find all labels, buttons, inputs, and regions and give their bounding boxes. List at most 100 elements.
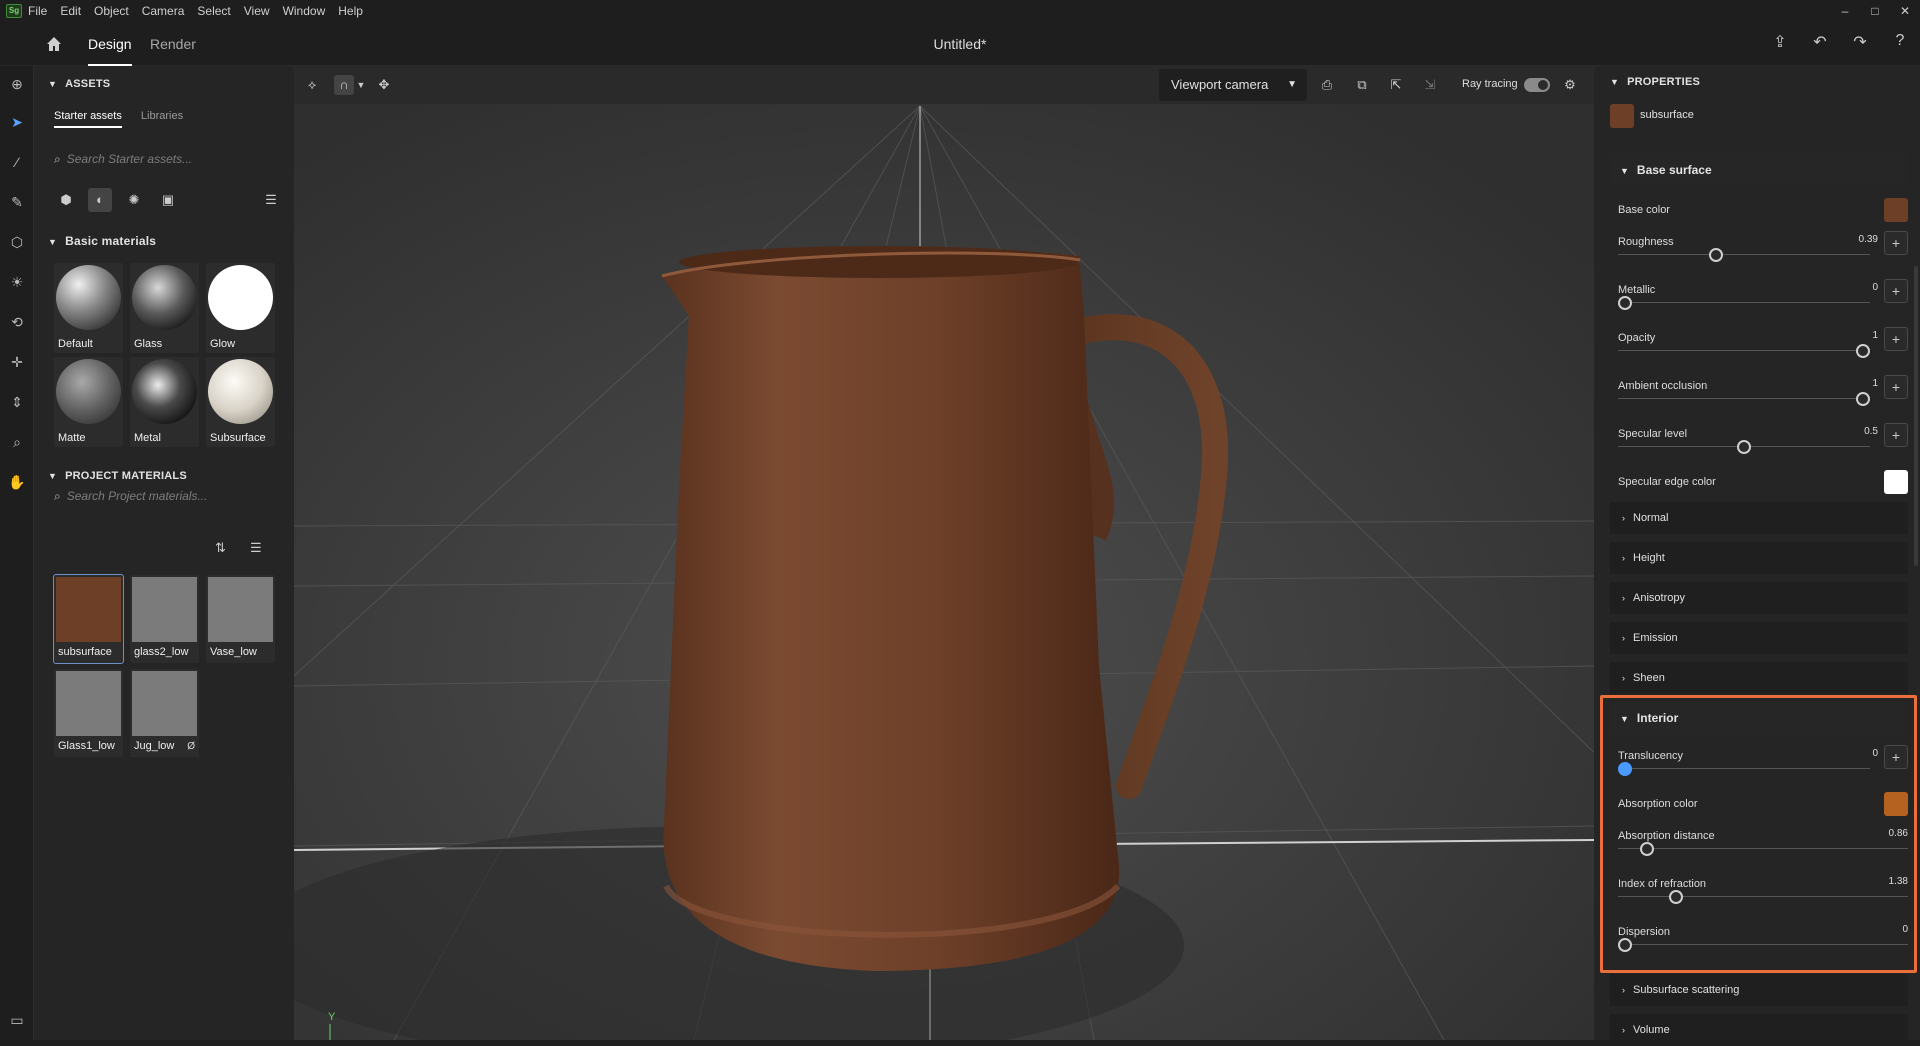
camera-select[interactable]: Viewport camera ▼	[1159, 69, 1307, 101]
subsurface-scattering-section[interactable]: › Subsurface scattering	[1610, 974, 1908, 1006]
top-bar: Design Render Untitled* ⇪ ↶ ↷ ?	[0, 22, 1920, 66]
minimize-icon[interactable]: –	[1830, 0, 1860, 22]
list-view-icon[interactable]: ☰	[259, 188, 283, 212]
base-surface-header[interactable]: ▼ Base surface	[1610, 154, 1908, 186]
chevron-down-icon: ▼	[1287, 79, 1297, 90]
frame-icon[interactable]: ⧉	[1352, 75, 1372, 95]
project-material-glass1[interactable]: Glass1_low	[54, 669, 123, 757]
base-color-swatch[interactable]	[1884, 198, 1908, 222]
add-map-button[interactable]: +	[1884, 327, 1908, 351]
starter-search-input[interactable]: ⌕ Search Starter assets...	[54, 145, 284, 173]
tab-starter-assets[interactable]: Starter assets	[54, 110, 122, 128]
export-view-icon[interactable]: ⇱	[1386, 75, 1406, 95]
menu-camera[interactable]: Camera	[142, 4, 185, 18]
add-map-button[interactable]: +	[1884, 423, 1908, 447]
material-matte[interactable]: Matte	[54, 357, 123, 447]
hand-icon[interactable]: ✋	[7, 472, 27, 492]
project-material-glass2[interactable]: glass2_low	[130, 575, 199, 663]
search-icon: ⌕	[54, 489, 61, 503]
project-material-jug[interactable]: Jug_low Ø	[130, 669, 199, 757]
project-materials-header[interactable]: ▼ PROJECT MATERIALS	[48, 470, 187, 482]
properties-header[interactable]: ▼ PROPERTIES	[1610, 76, 1700, 88]
normal-section[interactable]: › Normal	[1610, 502, 1908, 534]
menu-object[interactable]: Object	[94, 4, 129, 18]
document-title: Untitled*	[933, 36, 987, 52]
unlinked-icon: Ø	[187, 741, 195, 752]
maximize-icon[interactable]: □	[1860, 0, 1890, 22]
render-settings-icon[interactable]: ⚙	[1560, 75, 1580, 95]
sheen-section[interactable]: › Sheen	[1610, 662, 1908, 694]
camera-bookmark-icon[interactable]: ⎙	[1317, 75, 1337, 95]
menu-file[interactable]: File	[28, 4, 47, 18]
close-icon[interactable]: ✕	[1890, 0, 1920, 22]
images-filter-icon[interactable]: ▣	[156, 188, 180, 212]
menu-edit[interactable]: Edit	[60, 4, 81, 18]
volume-section[interactable]: › Volume	[1610, 1014, 1908, 1046]
dolly-icon[interactable]: ⇕	[7, 392, 27, 412]
properties-scrollbar[interactable]	[1914, 266, 1918, 566]
menu-select[interactable]: Select	[197, 4, 230, 18]
material-glass[interactable]: Glass	[130, 263, 199, 353]
material-default[interactable]: Default	[54, 263, 123, 353]
specular-edge-swatch[interactable]	[1884, 470, 1908, 494]
undo-icon[interactable]: ↶	[1800, 32, 1840, 52]
scene-canvas: Y	[294, 104, 1594, 1040]
add-map-button[interactable]: +	[1884, 375, 1908, 399]
material-color-chip	[1610, 104, 1634, 128]
chevron-down-icon[interactable]: ▼	[354, 75, 368, 95]
share-icon[interactable]: ⇪	[1760, 32, 1800, 52]
brush-icon[interactable]: ✎	[7, 192, 27, 212]
tab-libraries[interactable]: Libraries	[141, 110, 183, 122]
select-tool-icon[interactable]: ➤	[7, 112, 27, 132]
add-icon[interactable]: ⊕	[7, 74, 27, 94]
material-name-row[interactable]: subsurface	[1610, 104, 1910, 128]
material-glow[interactable]: Glow	[206, 263, 275, 353]
basic-materials-header[interactable]: ▼ Basic materials	[48, 234, 156, 248]
zoom-icon[interactable]: ⌕	[7, 432, 27, 452]
menu-view[interactable]: View	[244, 4, 270, 18]
project-material-subsurface[interactable]: subsurface	[53, 574, 124, 664]
asset-filter-row: ⬢ ◐ ✺ ▣ ☰	[54, 186, 284, 214]
physics-icon[interactable]: ✥	[374, 75, 394, 95]
axis-y-label: Y	[328, 1011, 336, 1023]
interior-header[interactable]: ▼ Interior	[1610, 702, 1908, 734]
archive-icon[interactable]: ▭	[7, 1010, 27, 1030]
lock-view-icon[interactable]: ⇲	[1420, 75, 1440, 95]
assets-header[interactable]: ▼ ASSETS	[48, 78, 110, 90]
magnet-icon[interactable]: ∩	[334, 75, 354, 95]
sort-icon[interactable]: ⇅	[215, 540, 226, 556]
help-icon[interactable]: ?	[1880, 32, 1920, 52]
absorption-color-swatch[interactable]	[1884, 792, 1908, 816]
add-map-button[interactable]: +	[1884, 231, 1908, 255]
material-subsurface[interactable]: Subsurface	[206, 357, 275, 447]
properties-panel: ▼ PROPERTIES subsurface ▼ Base surface Bas…	[1594, 66, 1920, 1046]
magic-wand-icon[interactable]: ⁄	[7, 152, 27, 172]
cube-icon[interactable]: ⬡	[7, 232, 27, 252]
pan-icon[interactable]: ✛	[7, 352, 27, 372]
ray-tracing-toggle[interactable]	[1524, 78, 1550, 92]
viewport[interactable]: Y ⟡ ∩ ▼ ✥ Viewport camera ▼ ⎙ ⧉ ⇱ ⇲ Ray t…	[294, 66, 1594, 1040]
lights-filter-icon[interactable]: ✺	[122, 188, 146, 212]
redo-icon[interactable]: ↷	[1840, 32, 1880, 52]
menu-help[interactable]: Help	[338, 4, 363, 18]
transform-icon[interactable]: ⟡	[302, 75, 322, 95]
material-metal[interactable]: Metal	[130, 357, 199, 447]
orbit-icon[interactable]: ⟲	[7, 312, 27, 332]
list-view-icon[interactable]: ☰	[250, 540, 262, 556]
anisotropy-section[interactable]: › Anisotropy	[1610, 582, 1908, 614]
menu-window[interactable]: Window	[283, 4, 326, 18]
tool-rail: ⊕ ➤ ⁄ ✎ ⬡ ☀ ⟲ ✛ ⇕ ⌕ ✋ ▭	[0, 66, 34, 1040]
light-icon[interactable]: ☀	[7, 272, 27, 292]
add-map-button[interactable]: +	[1884, 745, 1908, 769]
assets-panel: ▼ ASSETS Starter assets Libraries ⌕ Search…	[34, 66, 294, 1040]
emission-section[interactable]: › Emission	[1610, 622, 1908, 654]
search-icon: ⌕	[54, 152, 61, 166]
app-logo: Sg	[6, 4, 22, 18]
project-search-input[interactable]: ⌕ Search Project materials...	[54, 482, 284, 510]
project-material-vase[interactable]: Vase_low	[206, 575, 275, 663]
materials-filter-icon[interactable]: ◐	[88, 188, 112, 212]
height-section[interactable]: › Height	[1610, 542, 1908, 574]
menu-bar: Sg File Edit Object Camera Select View W…	[0, 0, 1920, 22]
add-map-button[interactable]: +	[1884, 279, 1908, 303]
models-filter-icon[interactable]: ⬢	[54, 188, 78, 212]
